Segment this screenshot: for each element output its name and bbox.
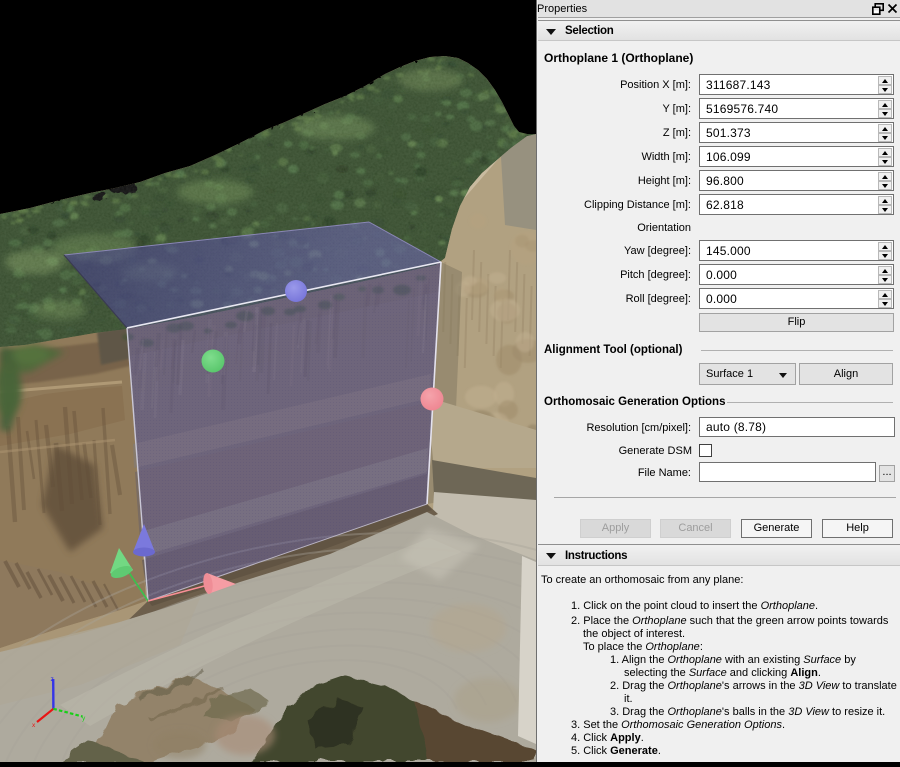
svg-text:z: z (51, 676, 54, 683)
